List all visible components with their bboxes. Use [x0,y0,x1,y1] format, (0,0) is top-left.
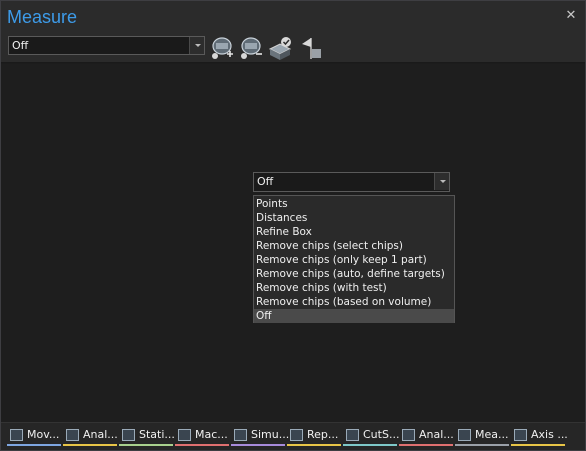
movement-icon [10,429,23,441]
play-icon [234,429,247,441]
tab-report[interactable]: Rep... [287,428,341,446]
measure-type-value: Off [257,175,274,188]
chevron-down-icon[interactable] [189,37,204,54]
flag-button[interactable] [297,35,323,61]
machine-icon [178,429,191,441]
tab-color-bar [399,444,453,446]
option-distances[interactable]: Distances [254,211,454,225]
tab-label: Mac... [195,428,228,441]
tab-color-bar [119,444,173,446]
tab-statistics[interactable]: Stati... [119,428,175,446]
tab-label: Mov... [27,428,60,441]
tab-analysis-2[interactable]: Anal... [399,428,454,446]
measure-check-icon [268,37,292,60]
cutsim-icon [346,429,359,441]
option-remove-chips-select[interactable]: Remove chips (select chips) [254,239,454,253]
tab-cutsim[interactable]: CutS... [343,428,400,446]
tab-label: Stati... [139,428,175,441]
panel-tab-bar: Mov... Anal... Stati... Mac... Simu... R… [1,422,585,450]
option-remove-chips-test[interactable]: Remove chips (with test) [254,281,454,295]
tab-color-bar [7,444,61,446]
report-icon [290,429,303,441]
tab-axis[interactable]: Axis ... [511,428,568,446]
analysis-icon [402,429,415,441]
tab-color-bar [287,444,341,446]
tab-color-bar [63,444,117,446]
mode-select[interactable]: Off [8,36,205,55]
option-remove-chips-auto[interactable]: Remove chips (auto, define targets) [254,267,454,281]
option-refine-box[interactable]: Refine Box [254,225,454,239]
tab-color-bar [175,444,229,446]
measure-type-options: Points Distances Refine Box Remove chips… [253,195,455,323]
tab-label: Rep... [307,428,339,441]
title-bar: Measure ✕ [1,1,585,33]
tab-color-bar [511,444,565,446]
option-points[interactable]: Points [254,197,454,211]
flag-icon [302,38,321,59]
chevron-down-icon[interactable] [434,173,449,190]
window-title: Measure [7,7,78,27]
measure-add-button[interactable] [209,35,235,61]
tab-label: Anal... [419,428,454,441]
axis-icon [514,429,527,441]
measure-window: Measure ✕ Off Off Points Distances Refin… [0,0,586,451]
analysis-icon [66,429,79,441]
tab-color-bar [343,444,397,446]
tab-analysis[interactable]: Anal... [63,428,118,446]
measure-check-button[interactable] [267,35,293,61]
tab-label: CutS... [363,428,400,441]
tab-label: Anal... [83,428,118,441]
measure-type-select[interactable]: Off [253,172,450,192]
toolbar: Off [1,33,585,63]
measure-icon [458,429,471,441]
tab-machine[interactable]: Mac... [175,428,229,446]
statistics-icon [122,429,135,441]
tab-color-bar [231,444,285,446]
measure-add-icon [212,37,233,59]
tab-measure[interactable]: Mea... [455,428,509,446]
measure-remove-button[interactable] [238,35,264,61]
tab-simulation[interactable]: Simu... [231,428,289,446]
tab-movement[interactable]: Mov... [7,428,61,446]
tab-label: Axis ... [531,428,568,441]
option-remove-chips-keep-one[interactable]: Remove chips (only keep 1 part) [254,253,454,267]
measure-remove-icon [241,37,262,59]
option-off[interactable]: Off [254,309,454,323]
mode-select-value: Off [12,39,29,52]
option-remove-chips-volume[interactable]: Remove chips (based on volume) [254,295,454,309]
tab-label: Simu... [251,428,290,441]
close-icon[interactable]: ✕ [564,9,578,23]
tab-color-bar [455,444,509,446]
tab-label: Mea... [475,428,509,441]
